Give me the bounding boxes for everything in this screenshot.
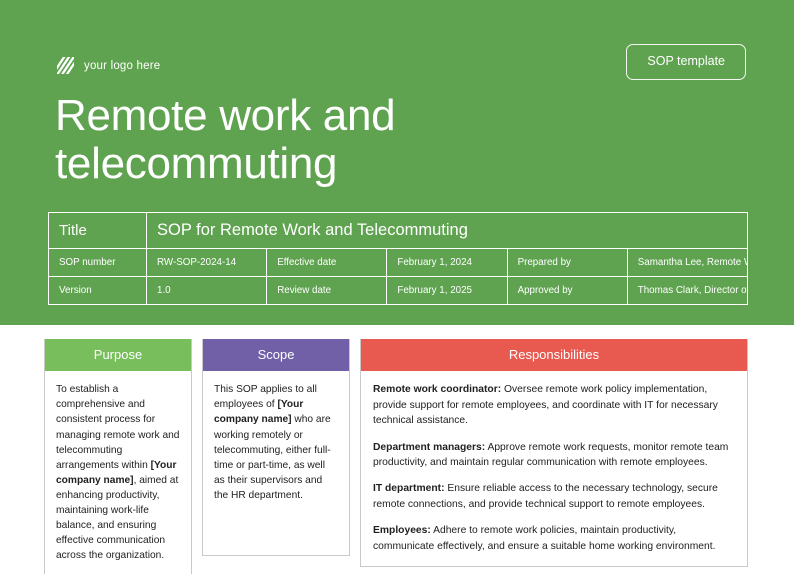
scope-card-heading: Scope — [203, 339, 349, 372]
meta-label-approved-by: Approved by — [506, 276, 628, 305]
responsibilities-card-heading: Responsibilities — [361, 339, 747, 372]
table-row: Title SOP for Remote Work and Telecommut… — [48, 212, 748, 249]
meta-label-effective-date: Effective date — [266, 248, 388, 277]
purpose-card-body: To establish a comprehensive and consist… — [45, 371, 191, 574]
table-row: SOP number RW-SOP-2024-14 Effective date… — [48, 248, 749, 277]
page-title: Remote work and telecommuting — [55, 91, 396, 188]
scope-text-after: who are working remotely or telecommutin… — [214, 414, 331, 501]
meta-value-version: 1.0 — [145, 276, 268, 305]
responsibility-role: Remote work coordinator: — [373, 384, 502, 396]
list-item: Department managers: Approve remote work… — [373, 440, 734, 471]
content-columns: Purpose To establish a comprehensive and… — [44, 339, 748, 574]
list-item: IT department: Ensure reliable access to… — [373, 481, 734, 512]
purpose-text-after: , aimed at enhancing productivity, maint… — [56, 474, 179, 562]
responsibility-role: Employees: — [373, 525, 431, 537]
hatched-square-logo-icon — [56, 56, 75, 75]
purpose-text-before: To establish a comprehensive and consist… — [56, 384, 180, 471]
meta-label-version: Version — [48, 276, 147, 305]
meta-title-value: SOP for Remote Work and Telecommuting — [146, 212, 748, 249]
document-meta-table: Title SOP for Remote Work and Telecommut… — [48, 212, 749, 305]
meta-label-prepared-by: Prepared by — [506, 248, 628, 277]
responsibilities-card: Responsibilities Remote work coordinator… — [360, 339, 748, 568]
purpose-card: Purpose To establish a comprehensive and… — [44, 339, 192, 574]
table-row: Version 1.0 Review date February 1, 2025… — [48, 276, 749, 305]
meta-value-effective-date: February 1, 2024 — [386, 248, 508, 277]
list-item: Employees: Adhere to remote work policie… — [373, 523, 734, 554]
meta-title-label: Title — [48, 212, 147, 249]
meta-label-sop-number: SOP number — [48, 248, 147, 277]
meta-value-prepared-by: Samantha Lee, Remote Work Coordinator — [626, 248, 749, 277]
responsibilities-card-body: Remote work coordinator: Oversee remote … — [361, 371, 747, 566]
sop-template-button[interactable]: SOP template — [626, 44, 746, 80]
responsibility-role: Department managers: — [373, 441, 486, 453]
meta-value-sop-number: RW-SOP-2024-14 — [145, 248, 268, 277]
hero-banner: your logo here SOP template Remote work … — [0, 0, 794, 325]
logo: your logo here — [56, 56, 160, 75]
responsibility-role: IT department: — [373, 483, 445, 495]
scope-card-body: This SOP applies to all employees of [Yo… — [203, 371, 349, 555]
purpose-card-heading: Purpose — [45, 339, 191, 372]
logo-text: your logo here — [84, 59, 161, 72]
meta-value-approved-by: Thomas Clark, Director of Operations — [626, 276, 749, 305]
meta-label-review-date: Review date — [266, 276, 388, 305]
meta-value-review-date: February 1, 2025 — [386, 276, 508, 305]
list-item: Remote work coordinator: Oversee remote … — [373, 382, 734, 428]
scope-card: Scope This SOP applies to all employees … — [202, 339, 350, 557]
